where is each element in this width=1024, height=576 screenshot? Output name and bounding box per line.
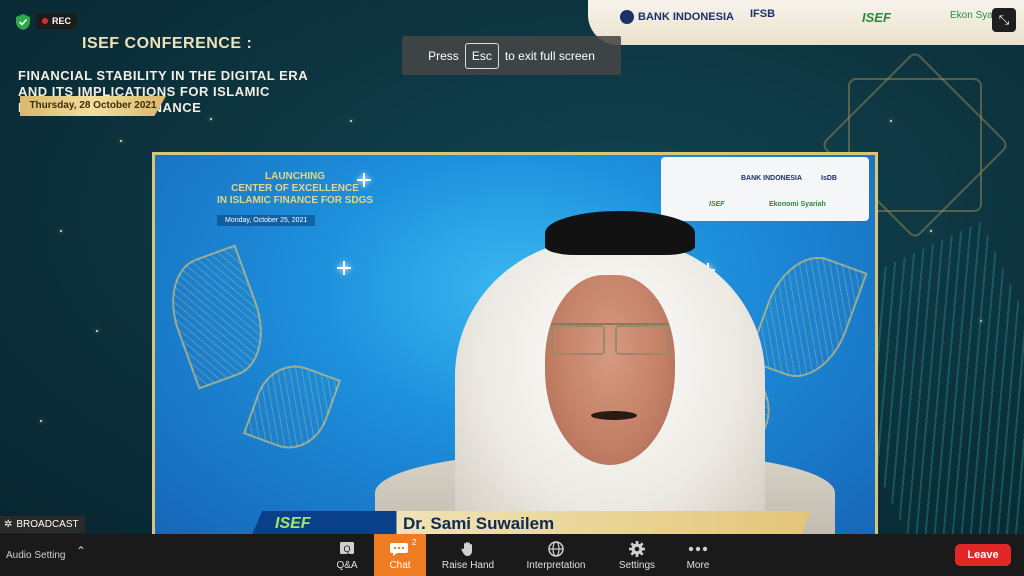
ifsb-logo: IFSB <box>750 8 776 20</box>
globe-icon <box>548 541 564 557</box>
speaker-glasses <box>551 323 669 355</box>
chat-label: Chat <box>389 560 411 571</box>
speaker <box>375 203 835 534</box>
more-label: More <box>686 560 710 571</box>
raise-hand-icon <box>461 542 472 556</box>
shield-icon <box>16 14 30 30</box>
recording-dot-icon <box>42 18 48 24</box>
chevron-up-icon[interactable]: ⌃ <box>76 544 86 558</box>
more-button[interactable]: More <box>680 534 716 576</box>
qa-icon: Q <box>340 542 354 554</box>
gold-leaf-left-small <box>242 354 342 460</box>
conference-date: Thursday, 28 October 2021 <box>20 96 166 116</box>
chat-button[interactable]: 2 Chat <box>374 534 426 576</box>
interpretation-label: Interpretation <box>526 560 586 571</box>
leave-button[interactable]: Leave <box>955 544 1011 566</box>
fullscreen-toast: Press Esc to exit full screen <box>402 36 621 75</box>
recording-indicator: REC <box>36 13 78 29</box>
collapse-icon: ⤡ <box>998 12 1010 27</box>
speaker-name: Dr. Sami Suwailem <box>403 514 555 533</box>
toast-press: Press <box>428 48 459 63</box>
audio-setting-button[interactable]: Audio Setting <box>6 550 66 561</box>
exit-fullscreen-button[interactable]: ⤡ <box>992 8 1016 32</box>
speaker-mustache <box>591 411 637 420</box>
name-bar-event: ISEF <box>275 515 311 532</box>
partner-bank-indonesia: BANK INDONESIA <box>741 175 803 182</box>
settings-label: Settings <box>618 560 656 571</box>
bank-indonesia-mark-icon <box>620 10 634 24</box>
conference-title-line1: ISEF CONFERENCE : <box>82 35 253 52</box>
gear-icon <box>629 541 645 557</box>
svg-text:Q: Q <box>343 544 350 554</box>
speaker-agal <box>545 211 695 255</box>
isef-logo: ISEF <box>862 10 891 25</box>
more-icon <box>688 546 708 552</box>
raise-hand-button[interactable]: Raise Hand <box>440 534 496 576</box>
chat-icon <box>390 543 408 556</box>
speaker-name-bar: ISEF Dr. Sami Suwailem <box>251 511 811 534</box>
speaker-face <box>545 275 675 465</box>
bank-indonesia-logo: BANK INDONESIA <box>620 10 734 24</box>
toast-suffix: to exit full screen <box>504 48 595 63</box>
settings-button[interactable]: Settings <box>616 534 658 576</box>
chat-badge: 2 <box>412 538 417 547</box>
qa-button[interactable]: Q Q&A <box>326 534 368 576</box>
launch-date: Monday, October 25, 2021 <box>217 215 316 226</box>
gold-leaf-left <box>156 244 278 390</box>
esc-key: Esc <box>464 42 499 69</box>
speaker-video: LAUNCHING CENTER OF EXCELLENCE IN ISLAMI… <box>152 152 878 534</box>
sparkle-icon <box>337 261 351 275</box>
broadcast-icon: ✲ <box>4 519 13 530</box>
sparkle-icon <box>357 173 371 187</box>
broadcast-indicator: ✲ BROADCAST <box>0 516 85 533</box>
raise-hand-label: Raise Hand <box>441 560 495 571</box>
qa-label: Q&A <box>336 560 358 571</box>
broadcast-label: BROADCAST <box>16 519 79 530</box>
bank-indonesia-logo-text: BANK INDONESIA <box>638 11 734 23</box>
meeting-toolbar: Audio Setting ⌃ Q Q&A 2 Chat Raise Hand … <box>0 534 1024 576</box>
partner-isdb: IsDB <box>821 175 837 182</box>
recording-label: REC <box>52 16 72 26</box>
video-stage: ISEF CONFERENCE : FINANCIAL STABILITY IN… <box>0 0 1024 534</box>
interpretation-button[interactable]: Interpretation <box>522 534 590 576</box>
